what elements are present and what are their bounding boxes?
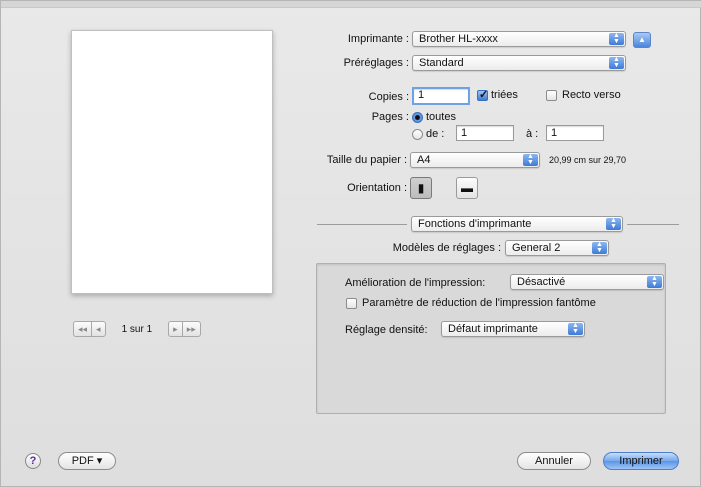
pdf-menu-button[interactable]: PDF ▾ xyxy=(58,452,116,470)
portrait-orientation-icon[interactable]: ▮ xyxy=(410,177,432,199)
section-value: Fonctions d'imprimante xyxy=(418,218,532,230)
paper-size-popup[interactable]: A4 ▲ ▼ xyxy=(410,152,540,168)
density-value: Défaut imprimante xyxy=(448,323,538,335)
help-icon[interactable]: ? xyxy=(25,453,41,469)
ghost-reduction-checkbox[interactable] xyxy=(346,298,357,309)
density-popup[interactable]: Défaut imprimante ▲ ▼ xyxy=(441,321,585,337)
printer-label: Imprimante : xyxy=(347,33,409,45)
preview-forward-group: ▸ ▸▸ xyxy=(168,321,201,337)
orientation-label: Orientation : xyxy=(347,182,407,194)
landscape-orientation-icon[interactable]: ▬ xyxy=(456,177,478,199)
separator-left xyxy=(317,224,407,225)
popup-arrows-icon: ▲ ▼ xyxy=(568,322,583,335)
feature-sets-popup[interactable]: General 2 ▲ ▼ xyxy=(505,240,609,256)
popup-arrows-icon: ▲ ▼ xyxy=(606,217,621,230)
pages-range-radio[interactable] xyxy=(412,129,423,140)
paper-size-value: A4 xyxy=(417,154,431,166)
preview-back-group: ◂◂ ◂ xyxy=(73,321,106,337)
copies-field[interactable]: 1 xyxy=(412,87,470,105)
pages-from-label: de : xyxy=(426,128,445,140)
printer-value: Brother HL-xxxx xyxy=(419,33,498,45)
pages-label: Pages : xyxy=(371,111,409,123)
last-page-button[interactable]: ▸▸ xyxy=(181,321,201,337)
page-indicator: 1 sur 1 xyxy=(121,323,153,335)
duplex-checkbox[interactable] xyxy=(546,90,557,101)
title-bar-strip xyxy=(1,1,701,8)
presets-label: Préréglages : xyxy=(343,57,409,69)
duplex-label: Recto verso xyxy=(562,89,621,101)
print-improvement-label: Amélioration de l'impression: xyxy=(345,277,486,289)
page-preview xyxy=(71,30,273,294)
paper-size-label: Taille du papier : xyxy=(326,154,407,166)
print-improvement-popup[interactable]: Désactivé ▲ ▼ xyxy=(510,274,664,290)
printer-popup[interactable]: Brother HL-xxxx ▲ ▼ xyxy=(412,31,626,47)
pages-from-field[interactable]: 1 xyxy=(456,125,514,141)
collated-checkbox[interactable] xyxy=(477,88,488,101)
feature-sets-label: Modèles de réglages : xyxy=(392,242,501,254)
pages-all-label: toutes xyxy=(426,111,456,123)
popup-arrows-icon: ▲ ▼ xyxy=(647,275,662,288)
pages-to-field[interactable]: 1 xyxy=(546,125,604,141)
previous-page-button[interactable]: ◂ xyxy=(91,321,106,337)
print-button[interactable]: Imprimer xyxy=(603,452,679,470)
separator-right xyxy=(627,224,679,225)
disclosure-up-icon[interactable]: ▲ xyxy=(633,32,651,48)
copies-label: Copies : xyxy=(368,91,409,103)
first-page-button[interactable]: ◂◂ xyxy=(73,321,92,337)
presets-popup[interactable]: Standard ▲ ▼ xyxy=(412,55,626,71)
density-label: Réglage densité: xyxy=(345,324,428,336)
presets-value: Standard xyxy=(419,57,464,69)
pages-all-radio[interactable] xyxy=(412,112,423,123)
popup-arrows-icon: ▲ ▼ xyxy=(609,56,624,69)
section-popup[interactable]: Fonctions d'imprimante ▲ ▼ xyxy=(411,216,623,232)
ghost-reduction-label: Paramètre de réduction de l'impression f… xyxy=(362,297,596,309)
feature-sets-value: General 2 xyxy=(512,242,561,254)
pages-to-label: à : xyxy=(526,128,539,140)
collated-label: triées xyxy=(491,89,518,101)
paper-dimensions: 20,99 cm sur 29,70 xyxy=(549,155,627,165)
print-dialog: ◂◂ ◂ 1 sur 1 ▸ ▸▸ Imprimante : Brother H… xyxy=(0,0,701,487)
popup-arrows-icon: ▲ ▼ xyxy=(523,153,538,166)
preview-pager: ◂◂ ◂ 1 sur 1 ▸ ▸▸ xyxy=(73,321,201,337)
cancel-button[interactable]: Annuler xyxy=(517,452,591,470)
print-improvement-value: Désactivé xyxy=(517,276,566,288)
popup-arrows-icon: ▲ ▼ xyxy=(609,32,624,45)
popup-arrows-icon: ▲ ▼ xyxy=(592,241,607,254)
next-page-button[interactable]: ▸ xyxy=(168,321,182,337)
